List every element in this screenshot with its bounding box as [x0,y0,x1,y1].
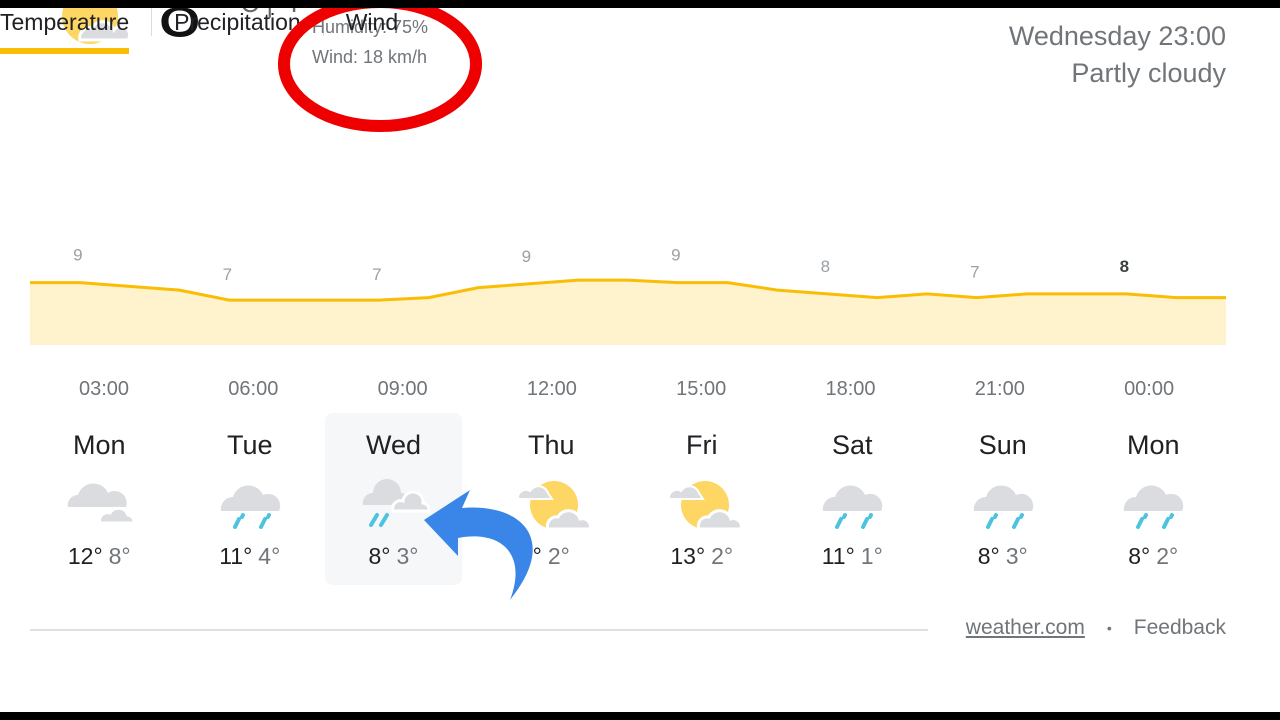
tab-wind[interactable]: Wind [346,9,398,48]
point-label: 9 [522,247,531,266]
forecast-day-fri[interactable]: Fri 13° 2° [627,413,778,585]
day-time: Wednesday 23:00 [1008,21,1226,51]
point-label: 9 [73,246,82,265]
current-summary: Wednesday 23:00 Partly cloudy [1009,18,1226,92]
partly-cloudy-icon [517,481,593,531]
partly-cloudy-icon [667,481,743,531]
tab-temperature[interactable]: Temperature [0,9,130,54]
forecast-day-mon[interactable]: Mon 12° 8° [24,413,175,585]
tab-precipitation[interactable]: Precipitation [174,9,301,48]
day-temperatures: 8° 2° [1078,543,1229,570]
high-temp: 8° [977,543,1000,569]
day-temperatures: ° 2° [476,543,627,570]
low-temp: 3° [396,543,419,569]
day-name: Thu [527,430,575,460]
forecast-day-thu[interactable]: Thu ° 2° [476,413,627,585]
x-tick-label: 00:00 [1124,378,1174,400]
low-temp: 8° [108,543,131,569]
day-temperatures: 8° 3° [928,543,1079,570]
weather-widget: 8 °C | °F Humidity: 75% Wind: 18 km/h We… [0,8,1280,712]
rain-icon [973,485,1033,529]
low-temp: 4° [258,543,281,569]
forecast-day-tue[interactable]: Tue 11° 4° [175,413,326,585]
high-temp: 13° [670,543,706,569]
day-temperatures: 8° 3° [325,543,462,570]
point-label: 7 [223,265,232,284]
cloudy-icon [68,483,136,525]
day-name: Fri [686,430,718,460]
high-temp: 11° [219,543,253,569]
footer-divider [30,629,928,631]
x-tick-label: 12:00 [527,378,577,400]
day-temperatures: 11° 4° [175,543,326,570]
x-tick-label: 15:00 [676,378,726,400]
forecast-day-wed[interactable]: Wed 8° 3° [325,413,462,585]
daily-forecast: Mon 12° 8° Tue 11° 4° Wed 8° 3° Thu ° 2° Fri 13° 2° Sat… [24,413,1229,585]
forecast-day-sun[interactable]: Sun 8° 3° [928,413,1079,585]
day-temperatures: 12° 8° [24,543,175,570]
day-name: Tue [226,430,273,460]
weather-source-link[interactable]: weather.com [966,616,1085,640]
low-temp: 3° [1005,543,1028,569]
x-tick-label: 06:00 [228,378,278,400]
high-temp: ° [532,543,542,569]
rain-icon [823,485,883,529]
footer-separator: • [1106,620,1112,636]
x-tick-label: 18:00 [825,378,875,400]
point-label: 7 [372,265,381,284]
low-temp: 2° [547,543,570,569]
footer: weather.com • Feedback [966,616,1226,640]
day-name: Mon [72,430,126,460]
x-tick-label: 21:00 [975,378,1025,400]
high-temp: 8° [368,543,391,569]
feedback-link[interactable]: Feedback [1134,616,1226,640]
low-temp: 2° [711,543,734,569]
day-name: Sun [978,430,1027,460]
x-tick-label: 09:00 [378,378,428,400]
point-label: 8 [821,257,830,276]
low-temp: 1° [860,543,883,569]
forecast-day-mon[interactable]: Mon 8° 2° [1078,413,1229,585]
day-name: Mon [1126,430,1180,460]
high-temp: 12° [67,543,103,569]
condition-text: Partly cloudy [1071,58,1226,88]
rain-partly-cloudy-icon [362,479,431,527]
day-temperatures: 13° 2° [627,543,778,570]
tab-divider [151,8,153,36]
day-name: Sat [831,430,873,460]
high-temp: 11° [821,543,855,569]
day-name: Wed [365,430,422,460]
point-label: 9 [671,246,680,265]
temperature-chart: 9 7 7 9 9 8 7 8 03:00 06:00 09:00 12:00 15:00 18:00 21… [30,246,1226,400]
forecast-day-sat[interactable]: Sat 11° 1° [777,413,928,585]
day-temperatures: 11° 1° [777,543,928,570]
high-temp: 8° [1128,543,1151,569]
rain-icon [220,485,280,529]
low-temp: 2° [1156,543,1179,569]
temperature-area [30,280,1226,345]
point-label: 7 [970,263,979,282]
point-label: 8 [1120,257,1129,276]
x-tick-label: 03:00 [79,378,129,400]
rain-icon [1124,485,1184,529]
